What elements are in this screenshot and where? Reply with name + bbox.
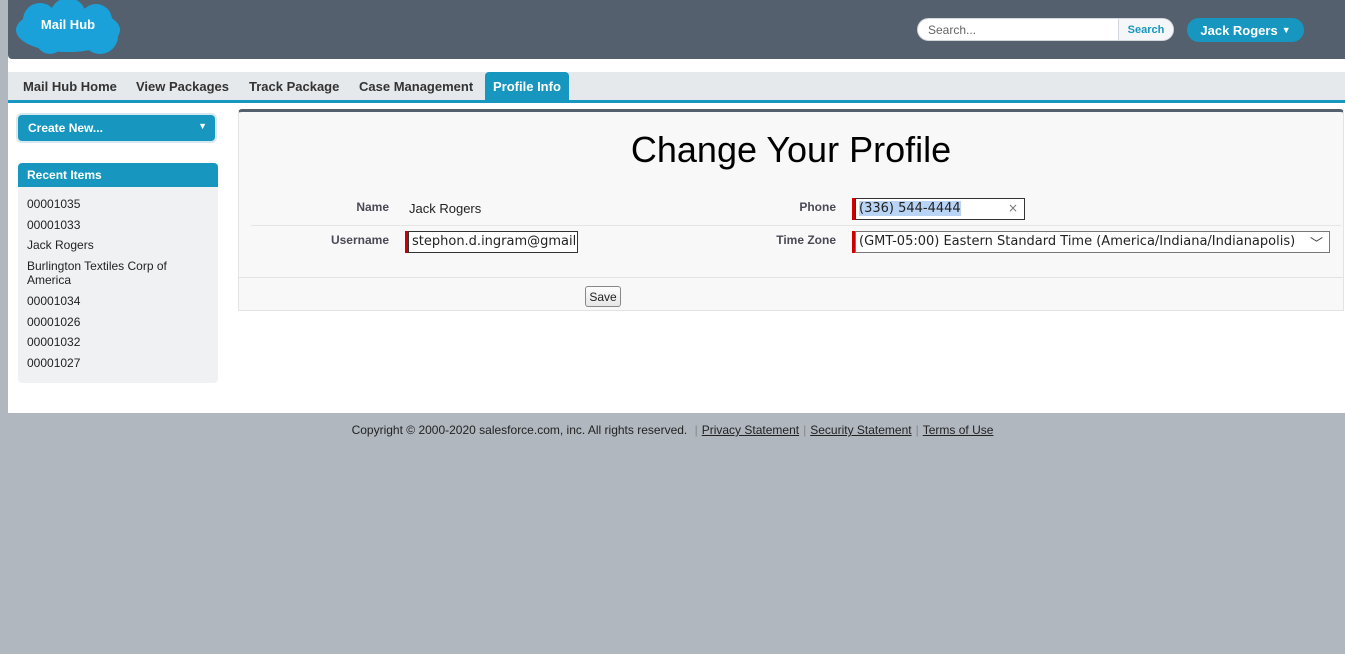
tab-mail-hub-home[interactable]: Mail Hub Home <box>23 72 117 101</box>
search-input[interactable] <box>928 22 1118 38</box>
save-button[interactable]: Save <box>585 286 621 307</box>
row-divider <box>251 225 1341 226</box>
page-title: Change Your Profile <box>630 129 952 170</box>
phone-field[interactable]: (336) 544-4444 × <box>855 198 1025 220</box>
recent-item[interactable]: 00001026 <box>27 315 212 329</box>
username-field[interactable]: stephon.d.ingram@gmail.c <box>408 231 578 253</box>
username-label: Username <box>330 233 389 247</box>
profile-panel: Change Your Profile Name Jack Rogers Pho… <box>238 109 1344 311</box>
recent-item[interactable]: 00001027 <box>27 356 212 370</box>
recent-item[interactable]: 00001035 <box>27 197 212 211</box>
tab-case-management[interactable]: Case Management <box>359 72 473 101</box>
security-link[interactable]: Security Statement <box>810 423 911 437</box>
footer-separator: | <box>915 423 919 437</box>
user-menu-button[interactable]: Jack Rogers ▼ <box>1187 18 1304 42</box>
phone-value: (336) 544-4444 <box>859 201 961 216</box>
chevron-down-icon: ▼ <box>198 121 207 131</box>
recent-item[interactable]: Burlington Textiles Corp of America <box>27 259 212 287</box>
recent-item[interactable]: 00001034 <box>27 294 212 308</box>
name-value: Jack Rogers <box>409 201 482 216</box>
clear-icon[interactable]: × <box>1008 201 1018 215</box>
recent-items-header: Recent Items <box>18 163 218 187</box>
timezone-label: Time Zone <box>776 233 836 247</box>
recent-item[interactable]: 00001033 <box>27 218 212 232</box>
tab-profile-info[interactable]: Profile Info <box>485 72 569 101</box>
privacy-link[interactable]: Privacy Statement <box>702 423 799 437</box>
name-label: Name <box>356 200 389 214</box>
section-divider <box>239 277 1343 278</box>
recent-items-title: Recent Items <box>27 168 102 182</box>
footer-separator: | <box>694 423 698 437</box>
tab-track-package[interactable]: Track Package <box>249 72 339 101</box>
recent-items-list: 00001035 00001033 Jack Rogers Burlington… <box>18 187 218 383</box>
user-menu-label: Jack Rogers <box>1200 22 1278 38</box>
create-new-label: Create New... <box>28 121 103 135</box>
timezone-select[interactable]: (GMT-05:00) Eastern Standard Time (Ameri… <box>855 231 1330 253</box>
create-new-dropdown[interactable]: Create New... ▼ <box>18 115 215 141</box>
footer-separator: | <box>803 423 807 437</box>
recent-item[interactable]: 00001032 <box>27 335 212 349</box>
terms-link[interactable]: Terms of Use <box>923 423 994 437</box>
timezone-value: (GMT-05:00) Eastern Standard Time (Ameri… <box>859 234 1296 249</box>
recent-item[interactable]: Jack Rogers <box>27 238 212 252</box>
chevron-down-icon: ﹀ <box>1309 237 1323 252</box>
footer: Copyright © 2000-2020 salesforce.com, in… <box>0 423 1345 437</box>
phone-label: Phone <box>799 200 836 214</box>
mail-hub-logo[interactable]: Mail Hub <box>10 0 122 54</box>
search-button[interactable]: Search <box>1118 19 1173 40</box>
logo-text: Mail Hub <box>40 17 96 32</box>
tab-view-packages[interactable]: View Packages <box>136 72 229 101</box>
username-value: stephon.d.ingram@gmail.c <box>412 234 578 249</box>
copyright-text: Copyright © 2000-2020 salesforce.com, in… <box>351 423 688 437</box>
search-box: Search <box>917 18 1174 41</box>
chevron-down-icon: ▼ <box>1281 25 1291 35</box>
